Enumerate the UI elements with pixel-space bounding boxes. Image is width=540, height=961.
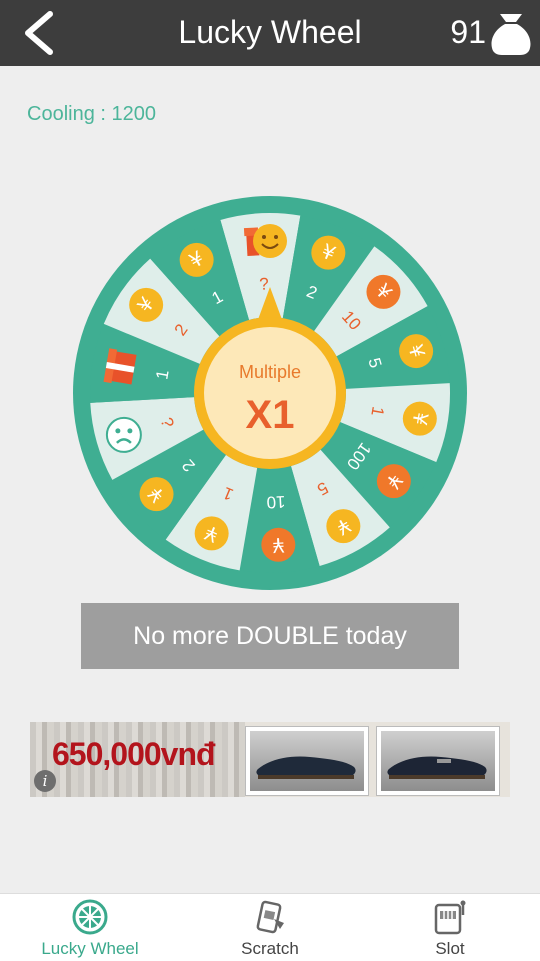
coin-icon: ¥	[179, 242, 214, 277]
wheel-label: 10	[266, 492, 286, 512]
slot-machine-icon	[434, 900, 466, 935]
svg-text:¥: ¥	[271, 533, 285, 558]
nav-label: Scratch	[241, 939, 299, 958]
sad-face-icon	[105, 416, 142, 453]
ad-shoe-image	[245, 726, 369, 796]
nav-label: Lucky Wheel	[41, 939, 139, 958]
scratch-card-icon	[256, 900, 284, 934]
tab-slot[interactable]: Slot	[360, 894, 540, 961]
coin-icon: ¥	[399, 334, 434, 369]
coin-icon: ¥	[311, 235, 346, 270]
coin-icon: ¥	[366, 274, 401, 309]
coin-icon: ¥	[402, 401, 437, 436]
double-button[interactable]: No more DOUBLE today	[81, 603, 459, 669]
ad-banner[interactable]: 650,000vnđ i	[30, 722, 510, 797]
smiley-icon	[253, 224, 287, 258]
money-bag-icon[interactable]	[490, 10, 532, 56]
coin-icon: ¥	[376, 464, 411, 499]
bottom-nav: Lucky Wheel Scratch Slot	[0, 893, 540, 961]
tab-scratch[interactable]: Scratch	[180, 894, 360, 961]
coin-count: 91	[450, 14, 486, 50]
ad-info-icon[interactable]: i	[34, 770, 56, 792]
coin-icon: ¥	[261, 527, 296, 562]
coin-icon: ¥	[139, 477, 174, 512]
cooling-text: Cooling : 1200	[27, 103, 156, 125]
tab-lucky-wheel[interactable]: Lucky Wheel	[0, 894, 180, 961]
wheel-label: ?	[259, 274, 269, 293]
top-bar: Lucky Wheel 91	[0, 0, 540, 66]
coin-icon: ¥	[194, 516, 229, 551]
ad-price: 650,000vnđ	[52, 736, 216, 772]
multiple-label: Multiple	[239, 362, 301, 382]
ad-shoe-image	[376, 726, 500, 796]
coin-icon: ¥	[129, 287, 164, 322]
multiple-value: X1	[246, 393, 295, 437]
lucky-wheel[interactable]: ¥ ¥ ¥ ¥ ¥ ¥ ¥ ¥ ¥ ¥ ¥ ? 2 10 5 1 100 5 10 1 2 ¿ 1 2 1 Multiple …	[72, 195, 468, 591]
coin-icon: ¥	[326, 509, 361, 544]
lucky-wheel-icon	[72, 899, 108, 935]
nav-label: Slot	[435, 939, 465, 958]
